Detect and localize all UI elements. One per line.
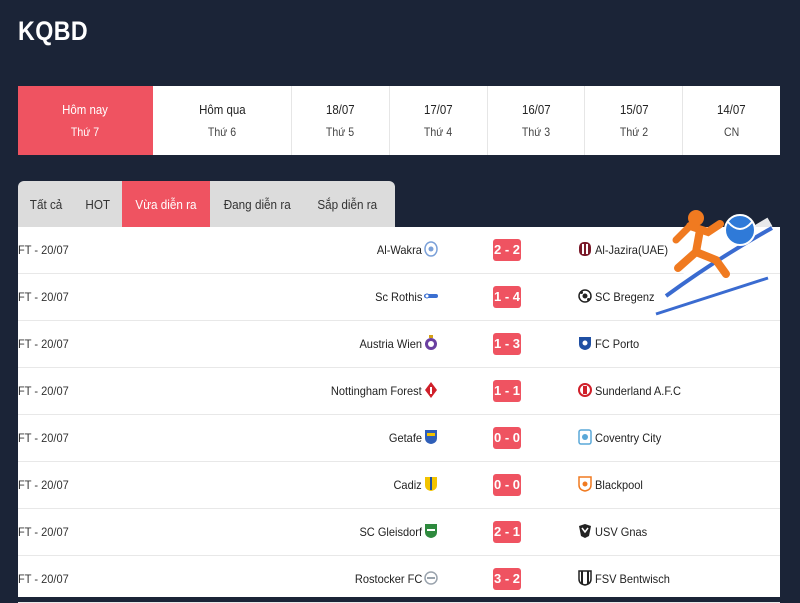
- home-team: Austria Wien: [359, 337, 422, 351]
- date-label: 15/07: [619, 102, 649, 117]
- fsv-bentwisch-crest-icon: [578, 570, 592, 586]
- sc-rothis-crest-icon: [424, 288, 438, 304]
- tab-label: Vừa diễn ra: [134, 196, 197, 212]
- nottingham-forest-crest-icon: [424, 382, 438, 398]
- match-status: FT - 20/07: [18, 478, 69, 492]
- date-17-07[interactable]: 17/07 Thứ 4: [390, 86, 488, 155]
- match-status: FT - 20/07: [18, 243, 69, 257]
- home-team: Cadiz: [393, 478, 422, 492]
- fc-porto-crest-icon: [578, 335, 592, 351]
- date-today[interactable]: Hôm nay Thứ 7: [18, 86, 153, 155]
- date-weekday: Thứ 3: [521, 125, 551, 139]
- usv-gnas-crest-icon: [578, 523, 592, 539]
- al-jazira-crest-icon: [578, 241, 592, 257]
- tab-upcoming[interactable]: Sắp diễn ra: [304, 181, 391, 227]
- home-team: Sc Rothis: [374, 290, 422, 304]
- al-wakra-crest-icon: [424, 241, 438, 257]
- filter-tabs: Tất cả HOT Vừa diễn ra Đang diễn ra Sắp …: [18, 181, 395, 227]
- match-score: 1 - 4: [493, 286, 521, 308]
- match-status: FT - 20/07: [18, 337, 69, 351]
- tab-label: Tất cả: [29, 196, 63, 212]
- sc-gleisdorf-crest-icon: [424, 523, 438, 539]
- sunderland-crest-icon: [578, 382, 592, 398]
- date-weekday: Thứ 2: [619, 125, 648, 139]
- match-row[interactable]: FT - 20/07 Cadiz 0 - 0 Blackpool: [18, 462, 780, 509]
- match-score: 2 - 2: [493, 239, 521, 261]
- away-team: Coventry City: [595, 431, 662, 445]
- match-score: 1 - 3: [493, 333, 521, 355]
- away-team: FC Porto: [595, 337, 640, 351]
- match-score: 0 - 0: [493, 427, 521, 449]
- rostocker-fc-crest-icon: [424, 570, 438, 586]
- match-score: 2 - 1: [493, 521, 521, 543]
- away-team: SC Bregenz: [595, 290, 655, 304]
- date-weekday: Thứ 7: [71, 125, 100, 139]
- date-label: 16/07: [521, 102, 551, 117]
- match-score: 1 - 1: [493, 380, 521, 402]
- tab-label: HOT: [85, 196, 111, 212]
- date-yesterday[interactable]: Hôm qua Thứ 6: [153, 86, 292, 155]
- sc-bregenz-crest-icon: [578, 288, 592, 304]
- date-weekday: Thứ 6: [207, 125, 237, 139]
- date-weekday: CN: [723, 125, 740, 139]
- match-row[interactable]: FT - 20/07 SC Gleisdorf 2 - 1 USV Gnas: [18, 509, 780, 556]
- tab-label: Đang diễn ra: [223, 196, 291, 212]
- tab-label: Sắp diễn ra: [317, 196, 378, 212]
- coventry-city-crest-icon: [578, 429, 592, 445]
- date-label: Hôm qua: [198, 102, 246, 117]
- home-team: Rostocker FC: [354, 572, 422, 586]
- tab-just-finished[interactable]: Vừa diễn ra: [121, 181, 210, 227]
- austria-wien-crest-icon: [424, 335, 438, 351]
- match-row[interactable]: FT - 20/07 Nottingham Forest 1 - 1 Sunde…: [18, 368, 780, 415]
- away-team: Sunderland A.F.C: [595, 384, 681, 398]
- date-14-07[interactable]: 14/07 CN: [683, 86, 780, 155]
- match-status: FT - 20/07: [18, 431, 69, 445]
- home-team: Al-Wakra: [377, 243, 422, 257]
- away-team: USV Gnas: [595, 525, 648, 539]
- home-team: SC Gleisdorf: [359, 525, 422, 539]
- date-label: 17/07: [423, 102, 453, 117]
- tab-live[interactable]: Đang diễn ra: [210, 181, 304, 227]
- date-weekday: Thứ 5: [326, 125, 355, 139]
- date-selector: Hôm nay Thứ 7 Hôm qua Thứ 6 18/07 Thứ 5 …: [18, 86, 780, 155]
- match-status: FT - 20/07: [18, 384, 69, 398]
- cadiz-crest-icon: [424, 476, 438, 492]
- date-15-07[interactable]: 15/07 Thứ 2: [585, 86, 684, 155]
- away-team: Blackpool: [595, 478, 643, 492]
- site-logo-watermark: [648, 192, 780, 332]
- home-team: Getafe: [388, 431, 422, 445]
- match-status: FT - 20/07: [18, 572, 69, 586]
- page-title: KQBD: [18, 16, 89, 46]
- match-row[interactable]: FT - 20/07 Getafe 0 - 0 Coventry City: [18, 415, 780, 462]
- tab-all[interactable]: Tất cả: [18, 181, 74, 227]
- home-team: Nottingham Forest: [331, 384, 422, 398]
- date-18-07[interactable]: 18/07 Thứ 5: [292, 86, 390, 155]
- date-label: Hôm nay: [62, 102, 109, 117]
- match-score: 3 - 2: [493, 568, 521, 590]
- date-16-07[interactable]: 16/07 Thứ 3: [488, 86, 586, 155]
- date-label: 14/07: [717, 102, 746, 117]
- date-weekday: Thứ 4: [424, 125, 453, 139]
- getafe-crest-icon: [424, 429, 438, 445]
- date-label: 18/07: [326, 102, 355, 117]
- match-status: FT - 20/07: [18, 290, 69, 304]
- match-row[interactable]: FT - 20/07 Rostocker FC 3 - 2 FSV Bentwi…: [18, 556, 780, 603]
- away-team: FSV Bentwisch: [595, 572, 670, 586]
- match-score: 0 - 0: [493, 474, 521, 496]
- tab-hot[interactable]: HOT: [74, 181, 121, 227]
- match-status: FT - 20/07: [18, 525, 69, 539]
- blackpool-crest-icon: [578, 476, 592, 492]
